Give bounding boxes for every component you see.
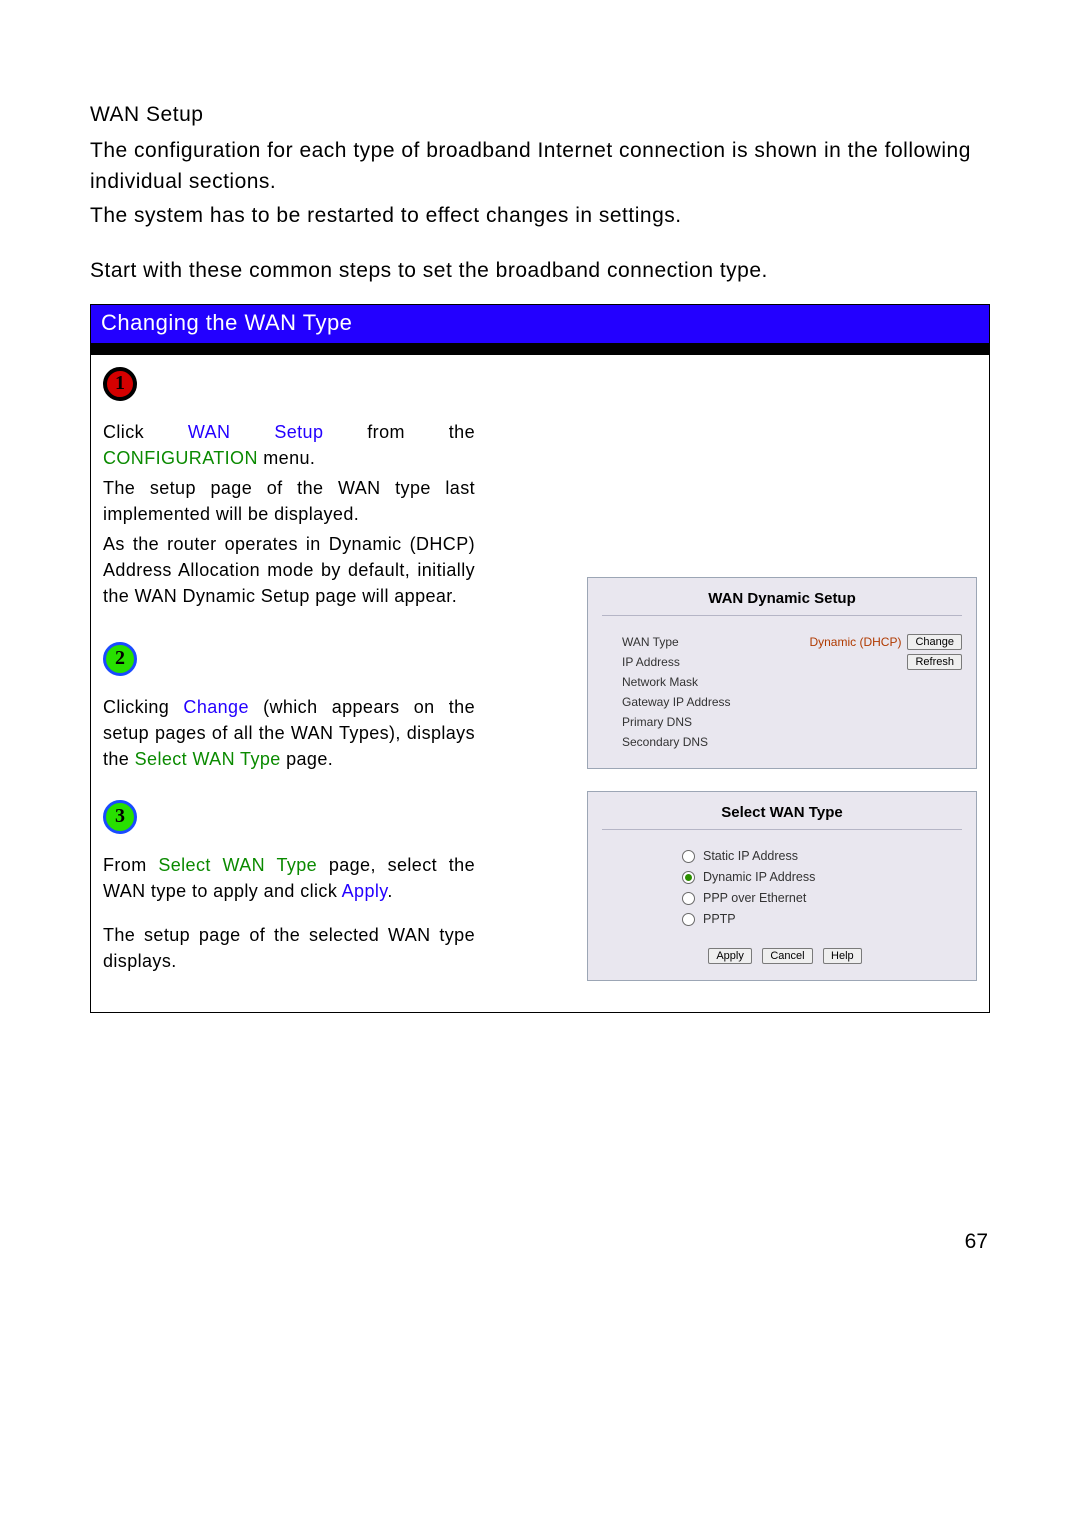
- wan-dynamic-table: WAN Type Dynamic (DHCP) Change IP Addres…: [602, 632, 962, 752]
- instruction-panel: Changing the WAN Type 1 Click WAN Setup …: [90, 304, 990, 1013]
- step-badge-3: 3: [103, 800, 137, 834]
- row-secondary-dns: Secondary DNS: [622, 732, 962, 752]
- radio-icon: [682, 850, 695, 863]
- divider: [602, 829, 962, 830]
- step1-line3: As the router operates in Dynamic (DHCP)…: [103, 531, 475, 609]
- text: menu.: [258, 448, 315, 468]
- apply-button[interactable]: Apply: [708, 948, 752, 964]
- select-wan-type-text: Select WAN Type: [135, 749, 281, 769]
- radio-pppoe[interactable]: PPP over Ethernet: [682, 888, 806, 909]
- row-ip-address: IP Address Refresh: [622, 652, 962, 672]
- wan-dynamic-setup-title: WAN Dynamic Setup: [602, 590, 962, 607]
- panel-body: 1 Click WAN Setup from the CONFIGURATION…: [91, 355, 989, 1012]
- step-1: 1 Click WAN Setup from the CONFIGURATION…: [103, 367, 475, 610]
- step1-line1: Click WAN Setup from the CONFIGURATION m…: [103, 419, 475, 471]
- row-wan-type: WAN Type Dynamic (DHCP) Change: [622, 632, 962, 652]
- text: Click: [103, 422, 188, 442]
- configuration-menu-text: CONFIGURATION: [103, 448, 258, 468]
- text: From: [103, 855, 158, 875]
- wan-dynamic-setup-screenshot: WAN Dynamic Setup WAN Type Dynamic (DHCP…: [587, 577, 977, 769]
- change-button[interactable]: Change: [907, 634, 962, 650]
- radio-dynamic-ip[interactable]: Dynamic IP Address: [682, 867, 815, 888]
- section-title: WAN Setup: [90, 100, 990, 130]
- text: page.: [281, 749, 333, 769]
- wan-type-value: Dynamic (DHCP): [809, 633, 901, 652]
- network-mask-label: Network Mask: [622, 673, 757, 692]
- row-primary-dns: Primary DNS: [622, 712, 962, 732]
- row-gateway: Gateway IP Address: [622, 692, 962, 712]
- radio-icon: [682, 913, 695, 926]
- change-link-text: Change: [183, 697, 248, 717]
- radio-static-ip[interactable]: Static IP Address: [682, 846, 798, 867]
- select-wan-type-screenshot: Select WAN Type Static IP Address Dynami…: [587, 791, 977, 981]
- wan-type-label: WAN Type: [622, 633, 757, 652]
- page: WAN Setup The configuration for each typ…: [0, 0, 1080, 1534]
- step3-line2: The setup page of the selected WAN type …: [103, 922, 475, 974]
- intro-paragraph-2: The system has to be restarted to effect…: [90, 201, 990, 231]
- step-badge-2: 2: [103, 642, 137, 676]
- primary-dns-label: Primary DNS: [622, 713, 757, 732]
- select-wan-type-title: Select WAN Type: [602, 804, 962, 821]
- step1-line2: The setup page of the WAN type last impl…: [103, 475, 475, 527]
- panel-header: Changing the WAN Type: [91, 304, 989, 343]
- text: .: [387, 881, 392, 901]
- radio-icon: [682, 892, 695, 905]
- help-button[interactable]: Help: [823, 948, 862, 964]
- step-badge-1: 1: [103, 367, 137, 401]
- steps-column: 1 Click WAN Setup from the CONFIGURATION…: [103, 367, 493, 994]
- step3-line1: From Select WAN Type page, select the WA…: [103, 852, 475, 904]
- wan-type-radio-list: Static IP Address Dynamic IP Address PPP…: [682, 846, 882, 930]
- apply-link-text: Apply: [342, 881, 388, 901]
- screenshots-column: WAN Dynamic Setup WAN Type Dynamic (DHCP…: [493, 367, 977, 994]
- step-2: 2 Clicking Change (which appears on the …: [103, 642, 475, 772]
- intro-paragraph-3: Start with these common steps to set the…: [90, 256, 990, 286]
- radio-pptp[interactable]: PPTP: [682, 909, 736, 930]
- gateway-label: Gateway IP Address: [622, 693, 731, 712]
- step2-line1: Clicking Change (which appears on the se…: [103, 694, 475, 772]
- text: from the: [323, 422, 475, 442]
- step-3: 3 From Select WAN Type page, select the …: [103, 800, 475, 974]
- text: Clicking: [103, 697, 183, 717]
- refresh-button[interactable]: Refresh: [907, 654, 962, 670]
- divider: [602, 615, 962, 616]
- select-wan-type-text: Select WAN Type: [158, 855, 317, 875]
- cancel-button[interactable]: Cancel: [762, 948, 812, 964]
- page-number: 67: [965, 1230, 988, 1254]
- wan-setup-link-text: WAN Setup: [188, 422, 323, 442]
- radio-label: Static IP Address: [703, 849, 798, 864]
- ip-address-label: IP Address: [622, 653, 757, 672]
- radio-label: Dynamic IP Address: [703, 870, 815, 885]
- spacer: [493, 367, 977, 577]
- intro-block: WAN Setup The configuration for each typ…: [90, 100, 990, 286]
- radio-label: PPP over Ethernet: [703, 891, 806, 906]
- radio-icon: [682, 871, 695, 884]
- panel-header-underline: [91, 343, 989, 355]
- radio-label: PPTP: [703, 912, 736, 927]
- secondary-dns-label: Secondary DNS: [622, 733, 757, 752]
- wan-type-actions: Apply Cancel Help: [602, 946, 962, 964]
- row-network-mask: Network Mask: [622, 672, 962, 692]
- intro-paragraph-1: The configuration for each type of broad…: [90, 136, 990, 197]
